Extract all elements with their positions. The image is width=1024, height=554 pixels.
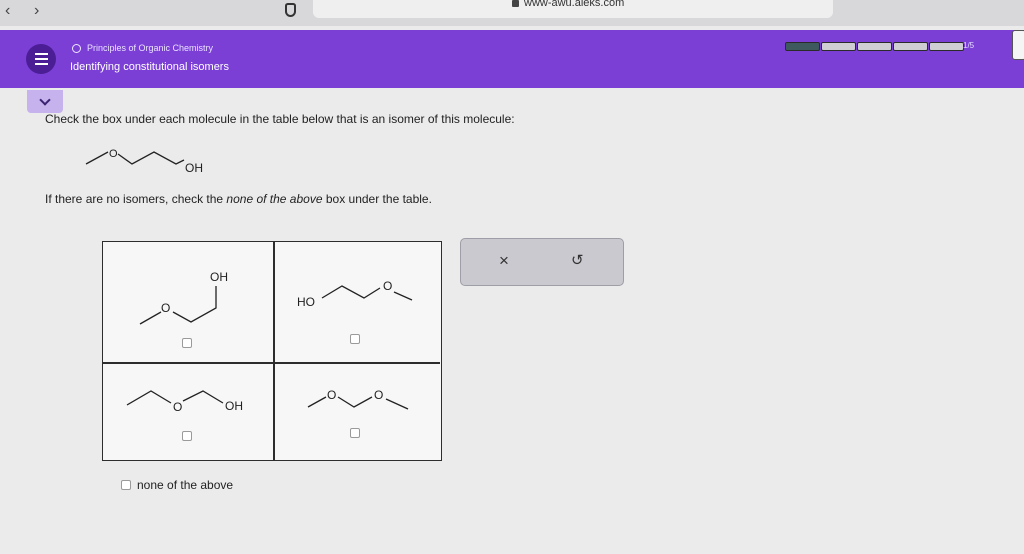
- bond: [139, 311, 162, 325]
- note-after: box under the table.: [322, 192, 432, 206]
- molecule-structure: O OH: [126, 390, 243, 414]
- menu-icon-bar: [34, 58, 48, 60]
- browser-toolbar: ‹ › www-awu.aleks.com: [0, 0, 1024, 26]
- molecule-cell: O O: [274, 363, 442, 460]
- url-text: www-awu.aleks.com: [524, 0, 625, 9]
- circle-icon: [72, 43, 81, 53]
- oxygen-label: O: [383, 279, 392, 293]
- molecule-structure: HO O: [297, 279, 413, 309]
- clear-button[interactable]: ×: [499, 251, 509, 271]
- bond: [85, 151, 109, 165]
- isomer-checkbox-4[interactable]: [350, 428, 360, 438]
- none-of-above-row[interactable]: none of the above: [121, 478, 233, 492]
- menu-icon-bar: [34, 63, 48, 65]
- url-display[interactable]: www-awu.aleks.com: [512, 0, 624, 9]
- back-button[interactable]: ‹: [5, 2, 10, 20]
- forward-button[interactable]: ›: [34, 2, 39, 20]
- hydroxyl-label: HO: [297, 295, 315, 309]
- isomer-checkbox-3[interactable]: [182, 431, 192, 441]
- molecule-cell: O OH: [103, 363, 273, 460]
- bond: [182, 390, 224, 404]
- oxygen-label: O: [109, 148, 118, 160]
- bond: [321, 285, 381, 299]
- menu-icon-bar: [34, 53, 48, 55]
- answer-tools: × ↺: [460, 238, 624, 286]
- menu-button[interactable]: [26, 44, 56, 74]
- progress-segment: [893, 42, 928, 51]
- question-instruction: Check the box under each molecule in the…: [45, 112, 515, 126]
- progress-label: 1/5: [963, 41, 975, 50]
- target-molecule: O OH: [85, 148, 203, 175]
- bond: [393, 291, 413, 301]
- undo-button[interactable]: ↺: [571, 251, 584, 269]
- none-of-above-checkbox[interactable]: [121, 480, 131, 490]
- bond: [385, 398, 409, 410]
- lock-icon: [512, 0, 519, 7]
- none-of-above-label: none of the above: [137, 478, 234, 492]
- topic-row: Principles of Organic Chemistry: [72, 43, 213, 53]
- progress-segment: [929, 42, 964, 51]
- bond: [117, 151, 185, 165]
- isomer-checkbox-1[interactable]: [182, 338, 192, 348]
- none-instruction: If there are no isomers, check the none …: [45, 192, 432, 206]
- molecule-cell: OH O: [103, 242, 273, 362]
- topic-name: Principles of Organic Chemistry: [87, 43, 214, 53]
- hydroxyl-label: OH: [185, 161, 203, 175]
- oxygen-label: O: [161, 301, 170, 315]
- molecule-table: OH O HO O O OH O O: [102, 241, 442, 461]
- molecule-structure: OH O: [139, 270, 228, 325]
- chevron-down-icon: [39, 93, 51, 106]
- hydroxyl-label: OH: [210, 270, 228, 284]
- progress-bar: [785, 42, 964, 51]
- molecule-cell: HO O: [274, 242, 442, 362]
- isomer-checkbox-2[interactable]: [350, 334, 360, 344]
- progress-segment: [785, 42, 820, 51]
- side-panel-button[interactable]: [1012, 30, 1024, 60]
- molecule-structure: O O: [307, 388, 409, 410]
- lesson-title: Identifying constitutional isomers: [70, 61, 229, 73]
- bond: [307, 396, 327, 408]
- oxygen-label: O: [173, 400, 182, 414]
- note-emphasis: none of the above: [226, 192, 323, 206]
- hydroxyl-label: OH: [225, 399, 243, 413]
- progress-segment: [821, 42, 856, 51]
- progress-segment: [857, 42, 892, 51]
- bond: [172, 286, 217, 323]
- note-before: If there are no isomers, check the: [45, 192, 227, 206]
- bond: [126, 390, 172, 406]
- oxygen-label: O: [327, 388, 336, 402]
- shield-icon[interactable]: [285, 3, 296, 17]
- oxygen-label: O: [374, 388, 383, 402]
- bond: [337, 396, 373, 408]
- collapse-button[interactable]: [27, 90, 63, 113]
- lesson-header: Principles of Organic Chemistry Identify…: [0, 30, 1024, 88]
